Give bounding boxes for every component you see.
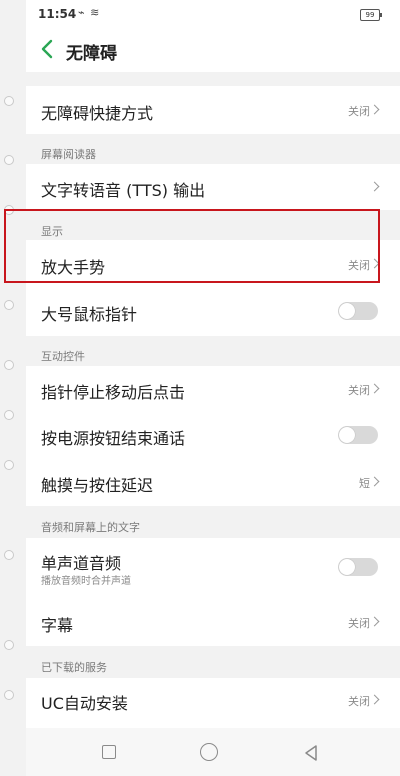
background-marker (4, 96, 14, 106)
row-subtitle: 播放音频时合并声道 (41, 576, 131, 587)
chevron-right-icon (369, 476, 380, 487)
chevron-right-icon (369, 258, 380, 269)
row-title: 文字转语音 (TTS) 输出 (41, 181, 206, 200)
section-label: 已下载的服务 (41, 661, 107, 674)
home-circle-icon[interactable] (200, 743, 218, 761)
section-header-downloaded-services: 已下载的服务 (26, 646, 400, 678)
row-value: 关闭 (348, 695, 370, 708)
section-label: 屏幕阅读器 (41, 148, 96, 161)
accessibility-settings-panel: 11:54 ⌁ ≋ 99 无障碍 无障碍快捷方式 关闭 屏幕阅读器 文字转语音 … (26, 0, 400, 776)
row-power-button-ends-call[interactable]: 按电源按钮结束通话 (26, 412, 400, 458)
row-title: UC自动安装 (41, 694, 128, 713)
row-magnification-gesture[interactable]: 放大手势 关闭 (26, 240, 400, 286)
section-label: 互动控件 (41, 350, 85, 363)
row-title: 指针停止移动后点击 (41, 383, 186, 402)
background-marker (4, 410, 14, 420)
background-screen-strip (0, 0, 26, 776)
signal-wifi-icon: ⌁ ≋ (78, 6, 101, 19)
chevron-right-icon (369, 616, 380, 627)
recents-square-icon[interactable] (102, 745, 116, 759)
section-header-display: 显示 (26, 210, 400, 240)
row-title: 放大手势 (41, 258, 106, 277)
section-divider (26, 72, 400, 86)
row-tts-output[interactable]: 文字转语音 (TTS) 输出 (26, 164, 400, 210)
status-time: 11:54 (38, 7, 77, 21)
row-captions[interactable]: 字幕 关闭 (26, 598, 400, 646)
row-uc-auto-install[interactable]: UC自动安装 关闭 (26, 678, 400, 726)
background-marker (4, 300, 14, 310)
background-marker (4, 550, 14, 560)
section-label: 音频和屏幕上的文字 (41, 521, 140, 534)
row-value: 关闭 (348, 384, 370, 397)
row-large-mouse-pointer[interactable]: 大号鼠标指针 (26, 286, 400, 336)
row-touch-hold-delay[interactable]: 触摸与按住延迟 短 (26, 458, 400, 506)
chevron-right-icon (369, 181, 380, 192)
background-marker (4, 690, 14, 700)
large-pointer-toggle[interactable] (338, 302, 378, 320)
battery-icon: 99 (360, 9, 382, 21)
row-value: 短 (359, 477, 370, 490)
chevron-right-icon (369, 694, 380, 705)
section-header-screen-reader: 屏幕阅读器 (26, 134, 400, 164)
background-marker (4, 360, 14, 370)
row-mono-audio[interactable]: 单声道音频 播放音频时合并声道 (26, 538, 400, 598)
chevron-right-icon (369, 383, 380, 394)
power-ends-call-toggle[interactable] (338, 426, 378, 444)
page-header: 无障碍 (26, 26, 400, 72)
section-header-audio-text: 音频和屏幕上的文字 (26, 506, 400, 538)
background-marker (4, 155, 14, 165)
system-navigation-bar (26, 728, 400, 776)
section-label: 显示 (41, 225, 63, 238)
row-click-after-pointer-stops[interactable]: 指针停止移动后点击 关闭 (26, 366, 400, 412)
row-title: 字幕 (41, 616, 74, 635)
row-value: 关闭 (348, 259, 370, 272)
row-title: 大号鼠标指针 (41, 305, 138, 324)
row-title: 无障碍快捷方式 (41, 104, 154, 123)
chevron-right-icon (369, 104, 380, 115)
mono-audio-toggle[interactable] (338, 558, 378, 576)
page-title: 无障碍 (66, 44, 117, 64)
row-accessibility-shortcut[interactable]: 无障碍快捷方式 关闭 (26, 86, 400, 134)
status-bar: 11:54 ⌁ ≋ 99 (26, 0, 400, 26)
row-title: 单声道音频 (41, 554, 122, 573)
background-marker (4, 640, 14, 650)
row-value: 关闭 (348, 105, 370, 118)
background-marker (4, 460, 14, 470)
section-header-interaction: 互动控件 (26, 336, 400, 366)
row-title: 触摸与按住延迟 (41, 476, 154, 495)
back-arrow-icon[interactable] (38, 38, 58, 60)
row-value: 关闭 (348, 617, 370, 630)
back-triangle-icon[interactable] (302, 743, 322, 763)
row-title: 按电源按钮结束通话 (41, 429, 186, 448)
background-marker (4, 205, 14, 215)
